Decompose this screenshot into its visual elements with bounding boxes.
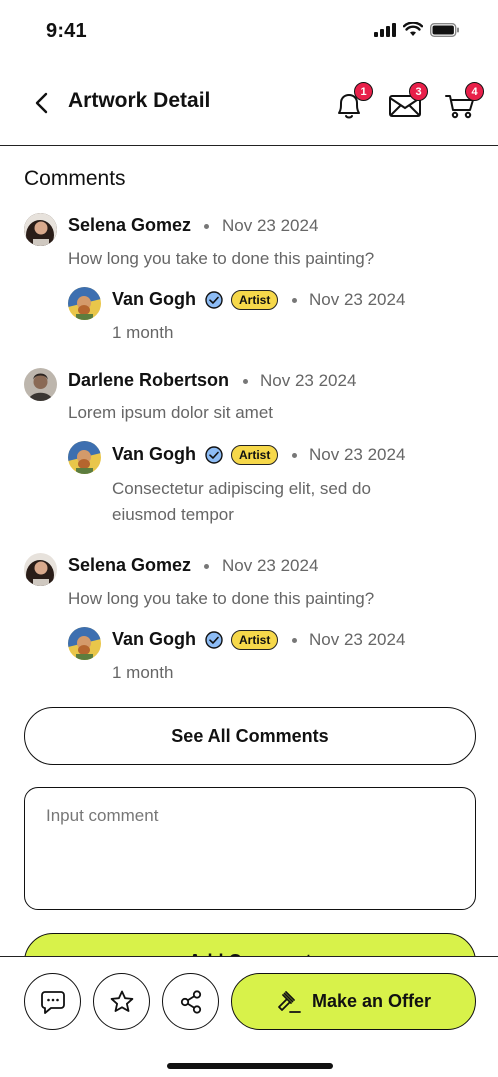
- gavel-icon: [278, 990, 301, 1013]
- reply-date: Nov 23 2024: [309, 630, 406, 649]
- notifications-button[interactable]: 1: [333, 82, 373, 120]
- comment-date: Nov 23 2024: [222, 556, 319, 575]
- comment-input[interactable]: [24, 787, 476, 910]
- make-offer-button[interactable]: Make an Offer: [231, 973, 476, 1030]
- avatar[interactable]: [68, 441, 101, 474]
- wifi-icon: [403, 22, 423, 36]
- page-title: Artwork Detail: [68, 89, 211, 112]
- artist-tag: Artist: [231, 630, 279, 650]
- comment-text: Lorem ipsum dolor sit amet: [68, 403, 274, 422]
- artist-tag: Artist: [231, 290, 279, 310]
- share-icon: [180, 989, 201, 1014]
- separator-dot: [204, 564, 209, 569]
- status-time: 9:41: [46, 20, 87, 42]
- make-offer-label: Make an Offer: [311, 991, 432, 1011]
- cart-button[interactable]: 4: [444, 82, 484, 120]
- chat-button[interactable]: [24, 973, 81, 1030]
- messages-button[interactable]: 3: [388, 82, 428, 120]
- separator-dot: [204, 224, 209, 229]
- favorite-button[interactable]: [93, 973, 150, 1030]
- reply-date: Nov 23 2024: [309, 290, 406, 309]
- comment-text: How long you take to done this painting?: [68, 589, 375, 608]
- back-button[interactable]: [26, 88, 56, 118]
- avatar[interactable]: [68, 627, 101, 660]
- comment-text: How long you take to done this painting?: [68, 249, 375, 268]
- verified-icon: [205, 631, 223, 649]
- reply-text: 1 month: [112, 323, 174, 342]
- artist-name[interactable]: Van Gogh: [112, 289, 196, 310]
- artist-name[interactable]: Van Gogh: [112, 444, 196, 465]
- reply-date: Nov 23 2024: [309, 445, 406, 464]
- verified-icon: [205, 446, 223, 464]
- commenter-name[interactable]: Selena Gomez: [68, 215, 191, 236]
- comment-date: Nov 23 2024: [222, 216, 319, 235]
- avatar[interactable]: [24, 368, 57, 401]
- notifications-badge: 1: [354, 82, 373, 101]
- star-icon: [110, 990, 133, 1012]
- verified-icon: [205, 291, 223, 309]
- see-all-comments-button[interactable]: See All Comments: [24, 707, 476, 765]
- app-header: Artwork Detail 1 3 4: [0, 62, 498, 146]
- battery-icon: [430, 22, 459, 37]
- comment-date: Nov 23 2024: [260, 371, 357, 390]
- chat-icon: [40, 990, 65, 1014]
- reply-text: Consectetur adipiscing elit, sed do eius…: [112, 479, 371, 524]
- home-indicator[interactable]: [167, 1063, 333, 1069]
- separator-dot: [292, 298, 297, 303]
- reply-text: 1 month: [112, 663, 174, 682]
- status-icons: [374, 22, 460, 37]
- share-button[interactable]: [162, 973, 219, 1030]
- cart-badge: 4: [465, 82, 484, 101]
- back-icon: [35, 92, 48, 114]
- separator-dot: [292, 638, 297, 643]
- status-bar: 9:41: [0, 0, 498, 62]
- bottom-action-bar: Make an Offer: [0, 956, 498, 1077]
- separator-dot: [292, 453, 297, 458]
- commenter-name[interactable]: Selena Gomez: [68, 555, 191, 576]
- avatar[interactable]: [24, 553, 57, 586]
- messages-badge: 3: [409, 82, 428, 101]
- commenter-name[interactable]: Darlene Robertson: [68, 370, 229, 391]
- comments-title: Comments: [24, 167, 126, 190]
- signal-icon: [374, 22, 396, 37]
- separator-dot: [243, 379, 248, 384]
- artist-tag: Artist: [231, 445, 279, 465]
- artist-name[interactable]: Van Gogh: [112, 629, 196, 650]
- avatar[interactable]: [24, 213, 57, 246]
- avatar[interactable]: [68, 287, 101, 320]
